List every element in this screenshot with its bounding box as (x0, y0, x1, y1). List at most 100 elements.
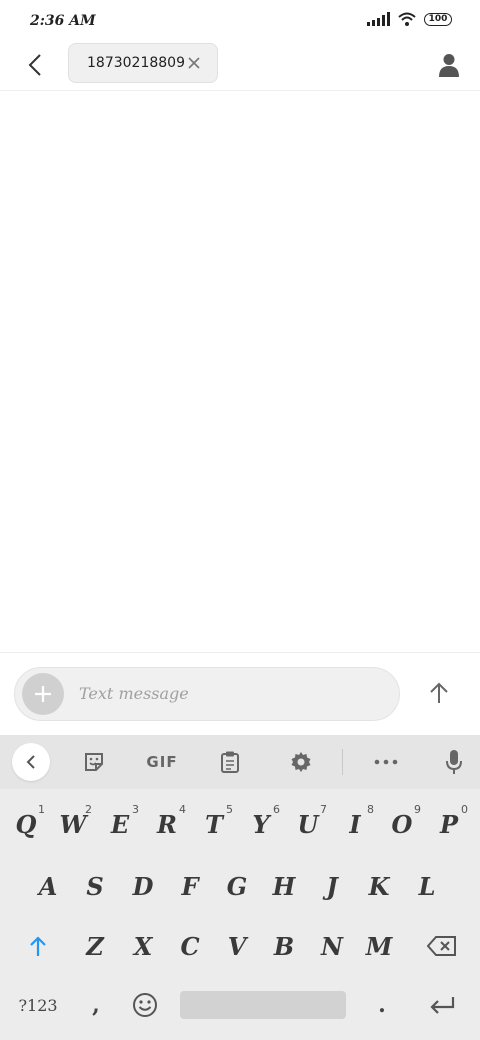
key-label: R (157, 809, 177, 839)
key-label: L (418, 871, 436, 901)
key-hint: 3 (132, 803, 139, 816)
key-n[interactable]: N (309, 919, 355, 973)
key-label: O (391, 809, 413, 839)
compose-bar: Text message (0, 652, 480, 735)
period-key[interactable]: . (362, 981, 402, 1029)
gif-button[interactable]: GIF (140, 743, 184, 781)
key-label: B (273, 931, 295, 961)
key-w[interactable]: W2 (50, 797, 96, 851)
key-h[interactable]: H (261, 859, 307, 913)
key-label: M (365, 931, 393, 961)
key-u[interactable]: U7 (285, 797, 331, 851)
key-hint: 8 (367, 803, 374, 816)
key-f[interactable]: F (167, 859, 213, 913)
keyboard: GIF Q 1 W 2 E 3 R 4 T 5 Y 6 U 7 I 8 O 9 … (0, 735, 480, 1040)
battery-level: 100 (428, 14, 448, 24)
gear-icon (291, 752, 311, 772)
key-label: G (226, 871, 248, 901)
sticker-button[interactable] (76, 743, 112, 781)
send-button[interactable] (424, 676, 454, 710)
key-j[interactable]: J (309, 859, 355, 913)
key-o[interactable]: O9 (379, 797, 425, 851)
key-label: F (181, 871, 199, 901)
key-s[interactable]: S (72, 859, 118, 913)
status-bar: 2:36 AM 100 (0, 0, 480, 40)
key-x[interactable]: X (120, 919, 166, 973)
key-r[interactable]: R4 (144, 797, 190, 851)
wifi-icon (398, 12, 416, 26)
key-l[interactable]: L (404, 859, 450, 913)
key-label: Y (252, 809, 270, 839)
key-hint: 4 (179, 803, 186, 816)
key-label: Z (86, 931, 104, 961)
key-q[interactable]: Q1 (3, 797, 49, 851)
conversation-header: 18730218809 (0, 40, 480, 91)
key-c[interactable]: C (167, 919, 213, 973)
comma-key[interactable]: , (76, 981, 116, 1029)
recipient-chip[interactable]: 18730218809 (68, 43, 218, 83)
key-label: V (227, 931, 247, 961)
enter-key[interactable] (418, 981, 466, 1029)
key-a[interactable]: A (25, 859, 71, 913)
key-label: W (59, 809, 87, 839)
key-g[interactable]: G (214, 859, 260, 913)
shift-key[interactable] (14, 919, 62, 973)
back-button[interactable] (20, 48, 50, 82)
emoji-key[interactable] (124, 983, 166, 1027)
backspace-key[interactable] (418, 919, 466, 973)
key-label: D (132, 871, 154, 901)
person-icon (439, 54, 459, 77)
toolbar-divider (342, 749, 343, 775)
more-options-button[interactable] (368, 743, 404, 781)
recipient-number: 18730218809 (87, 55, 185, 71)
key-hint: 5 (226, 803, 233, 816)
space-key[interactable] (180, 991, 346, 1019)
period-label: . (378, 992, 386, 1018)
voice-input-button[interactable] (436, 743, 472, 781)
key-hint: 2 (85, 803, 92, 816)
message-thread (0, 91, 480, 652)
key-b[interactable]: B (261, 919, 307, 973)
key-hint: 6 (273, 803, 280, 816)
key-label: T (205, 809, 223, 839)
key-hint: 9 (414, 803, 421, 816)
return-icon (430, 997, 455, 1014)
key-label: E (110, 809, 130, 839)
key-t[interactable]: T5 (191, 797, 237, 851)
settings-button[interactable] (283, 743, 319, 781)
key-hint: 7 (320, 803, 327, 816)
key-z[interactable]: Z (72, 919, 118, 973)
comma-label: , (92, 992, 100, 1018)
key-p[interactable]: P0 (426, 797, 472, 851)
clipboard-button[interactable] (212, 743, 248, 781)
sticker-icon (85, 753, 103, 771)
remove-recipient-button[interactable] (185, 54, 203, 72)
plus-icon (35, 686, 51, 702)
key-label: S (86, 871, 104, 901)
key-label: H (272, 871, 296, 901)
key-e[interactable]: E3 (97, 797, 143, 851)
toolbar-back-button[interactable] (12, 743, 50, 781)
message-input[interactable]: Text message (79, 684, 189, 703)
status-icons: 100 (367, 12, 452, 26)
key-k[interactable]: K (356, 859, 402, 913)
close-icon (188, 57, 200, 69)
contact-button[interactable] (434, 50, 464, 80)
keyboard-toolbar: GIF (0, 735, 480, 789)
key-label: U (297, 809, 319, 839)
attach-button[interactable] (22, 673, 64, 715)
arrow-up-icon (430, 682, 448, 703)
key-label: P (439, 809, 459, 839)
key-m[interactable]: M (356, 919, 402, 973)
chevron-left-icon (28, 54, 41, 76)
key-i[interactable]: I8 (332, 797, 378, 851)
microphone-icon (446, 750, 462, 774)
battery-icon: 100 (424, 12, 452, 26)
key-label: C (180, 931, 200, 961)
symbols-key[interactable]: ?123 (12, 981, 64, 1029)
key-v[interactable]: V (214, 919, 260, 973)
key-d[interactable]: D (120, 859, 166, 913)
key-y[interactable]: Y6 (238, 797, 284, 851)
key-label: J (326, 871, 338, 901)
key-label: K (368, 871, 390, 901)
